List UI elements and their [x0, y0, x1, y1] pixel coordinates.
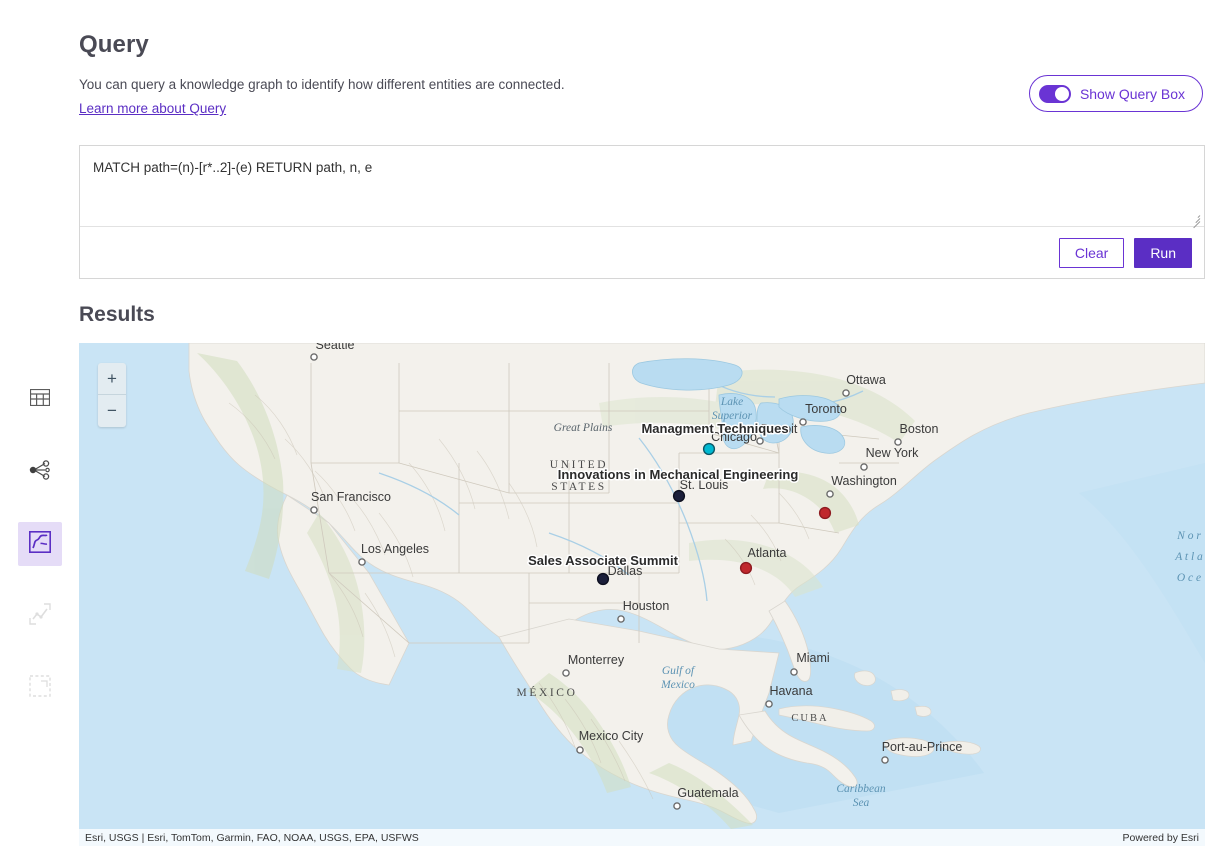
- map-feature-label: Innovations in Mechanical Engineering: [558, 467, 799, 482]
- toggle-knob: [1055, 87, 1069, 101]
- map-city-label: Toronto: [805, 402, 847, 416]
- sidebar-item-table-view[interactable]: [18, 378, 62, 422]
- results-map[interactable]: Seattle San Francisco Los Angeles Monterrey…: [79, 343, 1205, 846]
- map-city-label: Havana: [769, 684, 812, 698]
- result-marker-georgia[interactable]: [741, 563, 752, 574]
- map-city-label: Ottawa: [846, 373, 886, 387]
- link-chart-icon: [29, 460, 51, 485]
- histogram-icon: [29, 603, 51, 630]
- toggle-switch[interactable]: [1039, 85, 1071, 103]
- map-city-dot: [895, 439, 901, 445]
- map-feature-label: Sales Associate Summit: [528, 553, 678, 568]
- sidebar-item-link-chart-view[interactable]: [18, 450, 62, 494]
- map-city-label: Mexico City: [579, 729, 644, 743]
- results-title: Results: [79, 303, 155, 327]
- query-input[interactable]: [93, 159, 1190, 221]
- query-actions: Clear Run: [80, 226, 1204, 278]
- map-region-label: Great Plains: [554, 422, 613, 434]
- map-city-label: Monterrey: [568, 653, 625, 667]
- map-city-label: San Francisco: [311, 490, 391, 504]
- map-canvas[interactable]: Seattle San Francisco Los Angeles Monterrey…: [79, 343, 1205, 846]
- map-country-label: MÉXICO: [517, 685, 578, 699]
- map-water-label: Gulf of: [662, 665, 696, 677]
- map-city-label: Port-au-Prince: [882, 740, 963, 754]
- map-water-label: O c e: [1177, 572, 1201, 584]
- map-city-dot: [311, 507, 317, 513]
- map-feature-marker[interactable]: [674, 491, 685, 502]
- map-city-label: Boston: [900, 422, 939, 436]
- toggle-label: Show Query Box: [1080, 86, 1185, 102]
- map-city-dot: [674, 803, 680, 809]
- map-feature-marker[interactable]: [598, 574, 609, 585]
- map-powered-by: Powered by Esri: [1123, 832, 1199, 844]
- map-attribution-text: Esri, USGS | Esri, TomTom, Garmin, FAO, …: [85, 832, 419, 844]
- view-switcher-rail: [0, 0, 79, 857]
- sidebar-item-histogram-view: [18, 594, 62, 638]
- show-query-box-toggle[interactable]: Show Query Box: [1029, 75, 1203, 112]
- textarea-resize-handle[interactable]: [1189, 212, 1201, 224]
- query-input-area: [80, 146, 1204, 226]
- card-icon: [29, 675, 51, 702]
- map-city-label: Los Angeles: [361, 542, 429, 556]
- map-country-label: STATES: [551, 481, 607, 493]
- map-city-dot: [791, 669, 797, 675]
- map-feature-label: Managment Techniques: [641, 421, 788, 436]
- map-city-dot: [843, 390, 849, 396]
- map-city-label: Washington: [831, 474, 897, 488]
- map-city-dot: [766, 701, 772, 707]
- page-title: Query: [79, 31, 1219, 59]
- map-city-dot: [882, 757, 888, 763]
- map-city-dot: [800, 419, 806, 425]
- run-button[interactable]: Run: [1134, 238, 1192, 268]
- map-water-label: N o r: [1176, 530, 1201, 542]
- table-icon: [30, 389, 50, 411]
- map-water-label: Sea: [853, 797, 870, 809]
- map-city-label: Miami: [796, 651, 829, 665]
- map-city-dot: [618, 616, 624, 622]
- map-city-dot: [359, 559, 365, 565]
- map-city-dot: [827, 491, 833, 497]
- map-city-dot: [577, 747, 583, 753]
- zoom-out-button[interactable]: −: [98, 395, 126, 427]
- map-city-label: Atlanta: [748, 546, 787, 560]
- map-city-dot: [861, 464, 867, 470]
- clear-button[interactable]: Clear: [1059, 238, 1124, 268]
- main-content: Query You can query a knowledge graph to…: [79, 0, 1219, 857]
- map-city-label: Seattle: [316, 343, 355, 352]
- map-city-dot: [563, 670, 569, 676]
- map-city-dot: [757, 438, 763, 444]
- map-feature-marker[interactable]: [704, 444, 715, 455]
- map-water-label: Lake: [720, 396, 743, 408]
- map-zoom-controls[interactable]: + −: [98, 363, 126, 427]
- map-city-label: Guatemala: [677, 786, 738, 800]
- zoom-in-button[interactable]: +: [98, 363, 126, 395]
- map-city-label: Houston: [623, 599, 670, 613]
- sidebar-item-map-view[interactable]: [18, 522, 62, 566]
- query-box: Clear Run: [79, 145, 1205, 279]
- map-water-label: Mexico: [660, 679, 695, 691]
- map-city-dot: [311, 354, 317, 360]
- map-water-label: A t l a: [1174, 551, 1203, 563]
- result-marker-virginia[interactable]: [820, 508, 831, 519]
- sidebar-item-card-view: [18, 666, 62, 710]
- map-icon: [29, 531, 51, 558]
- map-city-label: New York: [866, 446, 920, 460]
- query-page: Query You can query a knowledge graph to…: [0, 0, 1219, 857]
- map-attribution-bar: Esri, USGS | Esri, TomTom, Garmin, FAO, …: [79, 829, 1205, 846]
- map-island-label: CUBA: [791, 713, 828, 724]
- learn-more-link[interactable]: Learn more about Query: [79, 101, 226, 116]
- map-water-label: Caribbean: [836, 783, 885, 795]
